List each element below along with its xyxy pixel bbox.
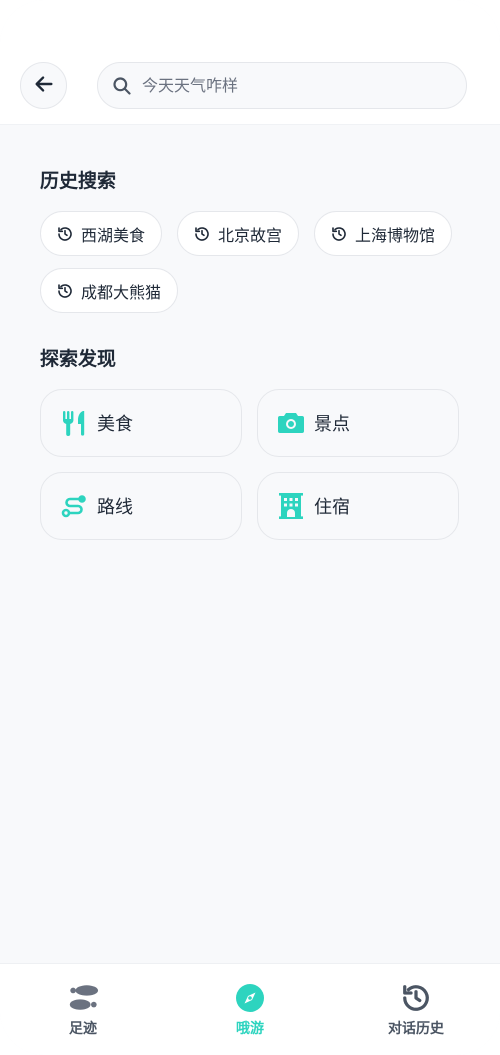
tab-label: 对话历史 xyxy=(388,1021,444,1037)
tab-label: 哦游 xyxy=(236,1021,264,1037)
history-chip-label: 西湖美食 xyxy=(81,225,146,245)
tab-label: 足迹 xyxy=(69,1021,97,1037)
header xyxy=(0,0,500,125)
hotel-icon xyxy=(278,493,304,519)
history-icon xyxy=(194,226,210,242)
explore-card-label: 住宿 xyxy=(314,497,350,518)
search-input[interactable] xyxy=(142,76,442,95)
history-chip-label: 上海博物馆 xyxy=(355,225,436,245)
explore-card-food[interactable]: 美食 xyxy=(40,389,242,457)
history-icon xyxy=(57,226,73,242)
explore-card-label: 景点 xyxy=(314,414,350,435)
tab-chat-history[interactable]: 对话历史 xyxy=(356,982,476,1042)
history-icon xyxy=(57,283,73,299)
history-chip-label: 北京故宫 xyxy=(218,225,283,245)
history-icon xyxy=(331,226,347,242)
bottom-tab-bar: 足迹 哦游 对话历史 xyxy=(0,963,500,1055)
tab-footprints[interactable]: 足迹 xyxy=(23,982,143,1042)
compass-icon xyxy=(234,982,266,1014)
explore-card-sights[interactable]: 景点 xyxy=(257,389,459,457)
history-chip[interactable]: 上海博物馆 xyxy=(314,211,453,256)
explore-card-label: 路线 xyxy=(97,497,133,518)
footprints-icon xyxy=(67,982,99,1014)
explore-card-hotel[interactable]: 住宿 xyxy=(257,472,459,540)
tab-explore[interactable]: 哦游 xyxy=(190,982,310,1042)
search-icon xyxy=(112,76,132,96)
app-screen: 历史搜索 西湖美食 北京故宫 上海博物馆 成都大熊猫 探索发现 xyxy=(0,0,500,1055)
route-icon xyxy=(61,493,87,519)
history-chip-label: 成都大熊猫 xyxy=(81,282,162,302)
camera-icon xyxy=(278,410,304,436)
history-chip[interactable]: 北京故宫 xyxy=(177,211,300,256)
explore-card-label: 美食 xyxy=(97,414,133,435)
back-button[interactable] xyxy=(20,62,67,109)
history-chip[interactable]: 西湖美食 xyxy=(40,211,163,256)
history-title: 历史搜索 xyxy=(40,170,117,192)
explore-card-route[interactable]: 路线 xyxy=(40,472,242,540)
utensils-icon xyxy=(61,410,87,436)
arrow-left-icon xyxy=(33,73,55,99)
history-chip[interactable]: 成都大熊猫 xyxy=(40,268,179,313)
search-bar[interactable] xyxy=(97,62,467,109)
history-icon xyxy=(400,982,432,1014)
explore-title: 探索发现 xyxy=(40,348,117,370)
